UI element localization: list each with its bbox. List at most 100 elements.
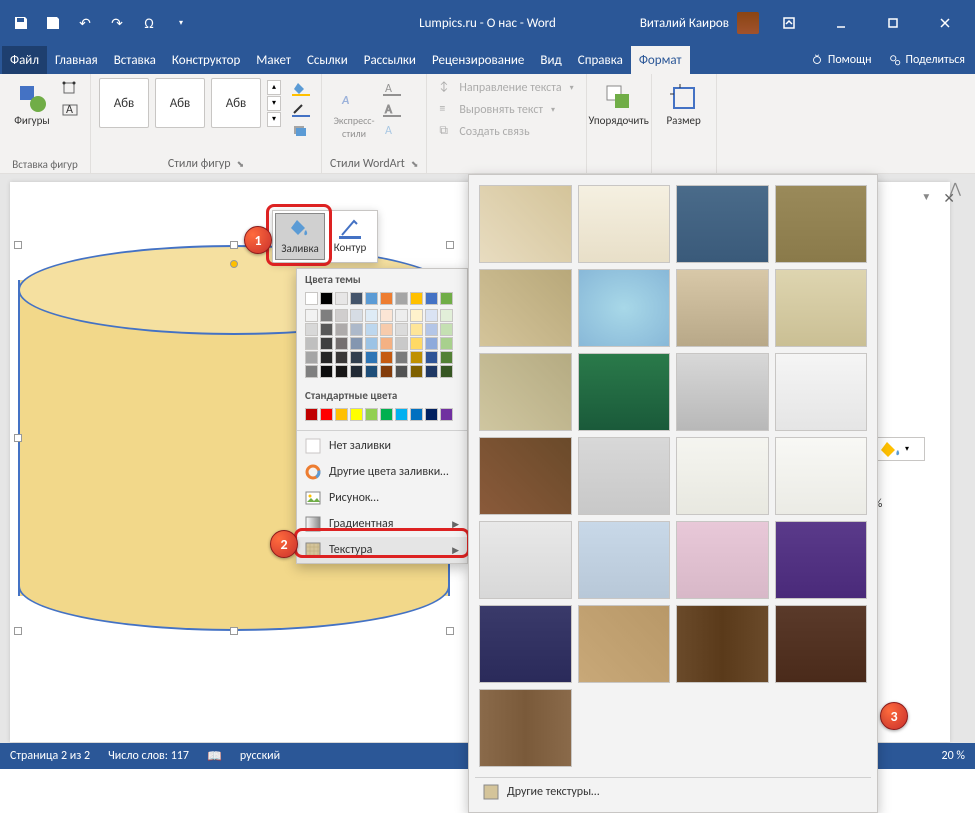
- color-swatch[interactable]: [305, 309, 318, 322]
- edit-shape-icon[interactable]: [60, 80, 80, 98]
- texture-swatch[interactable]: [676, 605, 769, 683]
- tab-format[interactable]: Формат: [631, 46, 690, 74]
- texture-swatch[interactable]: [479, 689, 572, 767]
- texture-swatch[interactable]: [676, 269, 769, 347]
- gallery-more-icon[interactable]: ▾: [267, 112, 281, 127]
- tab-help[interactable]: Справка: [570, 46, 631, 74]
- color-swatch[interactable]: [350, 337, 363, 350]
- color-swatch[interactable]: [365, 292, 378, 305]
- color-swatch[interactable]: [365, 337, 378, 350]
- qat-dropdown-icon[interactable]: ▾: [168, 10, 194, 36]
- adjust-handle[interactable]: [230, 260, 238, 268]
- color-swatch[interactable]: [365, 351, 378, 364]
- text-box-icon[interactable]: A: [60, 101, 80, 119]
- close-icon[interactable]: [923, 8, 967, 38]
- color-swatch[interactable]: [395, 351, 408, 364]
- color-swatch[interactable]: [380, 408, 393, 421]
- share-button[interactable]: Поделиться: [880, 46, 973, 74]
- color-swatch[interactable]: [410, 408, 423, 421]
- color-swatch[interactable]: [440, 408, 453, 421]
- resize-handle[interactable]: [446, 627, 454, 635]
- color-swatch[interactable]: [380, 365, 393, 378]
- minimize-icon[interactable]: [819, 8, 863, 38]
- color-swatch[interactable]: [380, 351, 393, 364]
- color-swatch[interactable]: [365, 365, 378, 378]
- color-swatch[interactable]: [440, 309, 453, 322]
- color-swatch[interactable]: [350, 309, 363, 322]
- color-swatch[interactable]: [395, 408, 408, 421]
- color-swatch[interactable]: [410, 323, 423, 336]
- texture-swatch[interactable]: [479, 185, 572, 263]
- dialog-launcher-icon[interactable]: ⬊: [237, 159, 245, 170]
- texture-swatch[interactable]: [775, 521, 868, 599]
- texture-swatch[interactable]: [479, 353, 572, 431]
- color-swatch[interactable]: [440, 337, 453, 350]
- color-swatch[interactable]: [380, 337, 393, 350]
- tab-layout[interactable]: Макет: [248, 46, 299, 74]
- tab-design[interactable]: Конструктор: [164, 46, 248, 74]
- ribbon-options-icon[interactable]: [767, 8, 811, 38]
- texture-swatch[interactable]: [676, 353, 769, 431]
- tab-file[interactable]: Файл: [2, 46, 47, 74]
- resize-handle[interactable]: [230, 241, 238, 249]
- color-swatch[interactable]: [320, 365, 333, 378]
- color-swatch[interactable]: [320, 408, 333, 421]
- texture-swatch[interactable]: [676, 185, 769, 263]
- color-swatch[interactable]: [425, 323, 438, 336]
- tab-home[interactable]: Главная: [47, 46, 106, 74]
- color-swatch[interactable]: [425, 292, 438, 305]
- color-swatch[interactable]: [335, 365, 348, 378]
- gallery-up-icon[interactable]: ▴: [267, 80, 281, 95]
- color-swatch[interactable]: [305, 365, 318, 378]
- color-swatch[interactable]: [305, 323, 318, 336]
- texture-fill-item[interactable]: Текстура ▶: [297, 537, 467, 563]
- color-swatch[interactable]: [410, 351, 423, 364]
- color-swatch[interactable]: [335, 309, 348, 322]
- color-swatch[interactable]: [440, 351, 453, 364]
- color-swatch[interactable]: [350, 365, 363, 378]
- color-swatch[interactable]: [305, 408, 318, 421]
- color-swatch[interactable]: [425, 408, 438, 421]
- texture-swatch[interactable]: [775, 269, 868, 347]
- resize-handle[interactable]: [230, 627, 238, 635]
- undo-icon[interactable]: ↶: [72, 10, 98, 36]
- color-swatch[interactable]: [410, 292, 423, 305]
- shapes-button[interactable]: Фигуры: [8, 78, 56, 131]
- word-count[interactable]: Число слов: 117: [108, 749, 189, 763]
- texture-swatch[interactable]: [479, 437, 572, 515]
- texture-swatch[interactable]: [578, 521, 671, 599]
- color-swatch[interactable]: [335, 337, 348, 350]
- no-fill-item[interactable]: Нет заливки: [297, 433, 467, 459]
- color-swatch[interactable]: [305, 351, 318, 364]
- pane-options-icon[interactable]: ▼: [921, 190, 931, 207]
- style-preset[interactable]: Абв: [211, 78, 261, 128]
- texture-swatch[interactable]: [578, 353, 671, 431]
- outline-button[interactable]: Контур: [325, 213, 375, 260]
- redo-icon[interactable]: ↷: [104, 10, 130, 36]
- color-swatch[interactable]: [320, 323, 333, 336]
- color-swatch[interactable]: [410, 309, 423, 322]
- color-swatch[interactable]: [440, 323, 453, 336]
- spellcheck-icon[interactable]: 📖: [207, 749, 222, 764]
- color-swatch[interactable]: [395, 337, 408, 350]
- tab-view[interactable]: Вид: [532, 46, 569, 74]
- resize-handle[interactable]: [14, 241, 22, 249]
- tell-me[interactable]: Помощн: [802, 46, 880, 74]
- color-swatch[interactable]: [350, 351, 363, 364]
- user-name[interactable]: Виталий Каиров: [640, 16, 729, 31]
- save-icon[interactable]: [40, 10, 66, 36]
- texture-swatch[interactable]: [775, 353, 868, 431]
- color-swatch[interactable]: [335, 323, 348, 336]
- color-swatch[interactable]: [395, 365, 408, 378]
- quick-styles-button[interactable]: A Экспресс-стили: [330, 78, 378, 144]
- tab-review[interactable]: Рецензирование: [424, 46, 532, 74]
- color-swatch[interactable]: [410, 337, 423, 350]
- resize-handle[interactable]: [446, 241, 454, 249]
- color-swatch[interactable]: [425, 309, 438, 322]
- color-swatch[interactable]: [320, 351, 333, 364]
- texture-swatch[interactable]: [479, 521, 572, 599]
- collapse-ribbon-icon[interactable]: ⋀: [950, 180, 961, 197]
- color-swatch[interactable]: [440, 292, 453, 305]
- tab-mailings[interactable]: Рассылки: [356, 46, 424, 74]
- shape-style-gallery[interactable]: Абв Абв Абв ▴ ▾ ▾: [99, 78, 281, 128]
